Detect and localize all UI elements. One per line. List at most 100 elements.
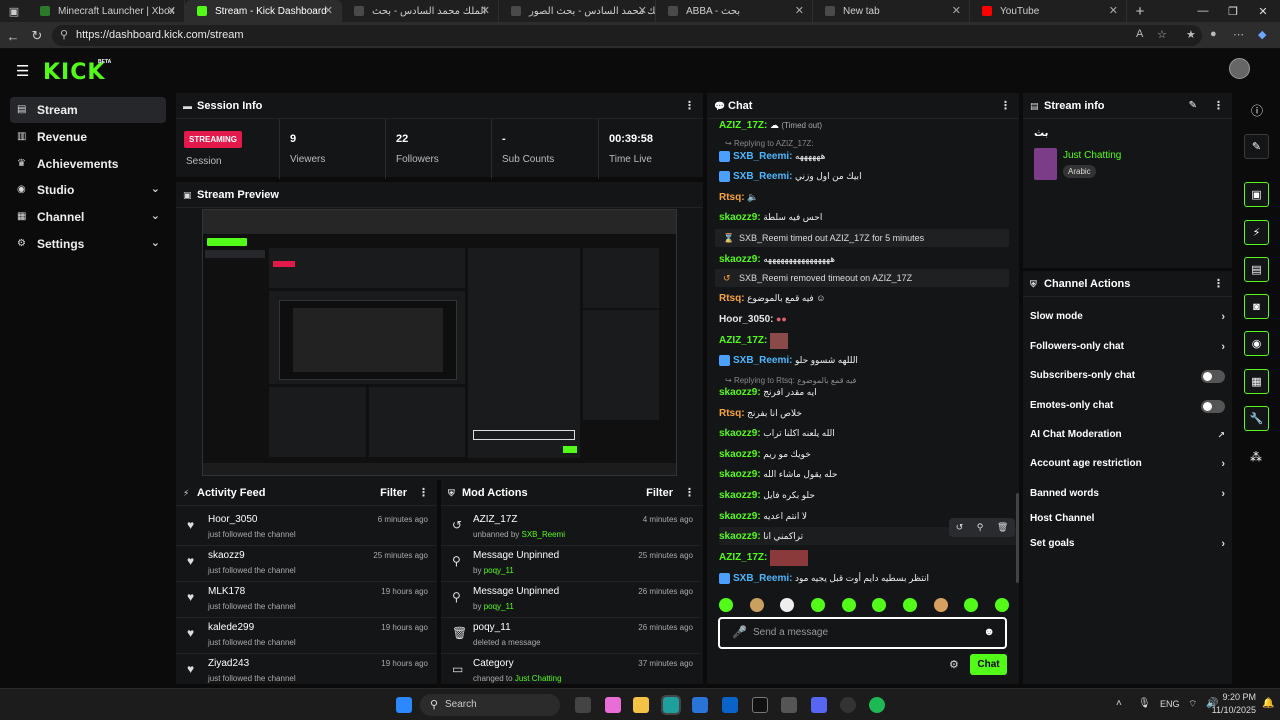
hamburger-menu-icon[interactable]: ☰ [16,62,29,80]
sidebar-item-revenue[interactable]: ▥ Revenue [10,124,166,150]
edit-icon[interactable]: ✎ [1189,93,1197,119]
chat-message[interactable]: AZIZ_17Z: [719,331,1019,349]
slow-mode-row[interactable]: Slow mode › [1030,307,1225,327]
emoji-icon[interactable]: ☻ [983,626,995,638]
apps-icon[interactable]: ⁂ [1250,450,1262,464]
tab-search-1[interactable]: الملك محمد السادس - بحث ✕ [342,0,499,22]
account-age-row[interactable]: Account age restriction › [1030,454,1225,474]
chat-scrollbar[interactable] [1016,493,1019,583]
kick-logo[interactable]: KICK [43,60,105,85]
more-options-icon[interactable]: ⋮ [684,93,695,119]
site-info-icon[interactable]: ⚲ [60,25,68,46]
copilot-icon[interactable]: ◆ [1258,28,1266,41]
user-avatar[interactable] [1229,58,1250,79]
chat-settings-icon[interactable]: ⚙ [949,658,959,671]
outlook-icon[interactable] [722,697,738,713]
edge-icon[interactable] [661,695,681,715]
new-tab-button[interactable]: + [1127,0,1153,22]
obs-icon[interactable] [840,697,856,713]
category-thumbnail[interactable] [1034,148,1057,180]
emote-icon[interactable] [719,598,733,612]
emote-icon[interactable] [964,598,979,612]
chat-message[interactable]: Hoor_3050: ●● [719,310,1019,328]
sidebar-item-achievements[interactable]: ♛ Achievements [10,151,166,177]
window-menu-icon[interactable]: ▣ [0,0,28,22]
subscribers-only-row[interactable]: Subscribers-only chat [1030,366,1225,386]
mod-filter-button[interactable]: Filter [646,480,673,506]
store-icon[interactable] [692,697,708,713]
chat-message[interactable]: SXB_Reemi: انتظر بسطيه دايم أوت قبل يجيه… [719,569,1019,587]
ai-moderation-row[interactable]: AI Chat Moderation ↗ [1030,425,1225,445]
more-options-icon[interactable]: ⋮ [684,480,695,506]
more-options-icon[interactable]: ⋮ [1213,271,1224,297]
chat-message[interactable]: Rtsq: فيه قمع بالموضوع ☺ [719,289,1019,307]
edit-tool-button[interactable]: ✎ [1244,134,1269,159]
send-chat-button[interactable]: Chat [970,654,1007,675]
broadcast-tool-button[interactable]: ◉ [1244,331,1269,356]
wrench-tool-button[interactable]: 🔧 [1244,406,1269,431]
chat-message[interactable]: SXB_Reemi: ابيك من اول وزني [719,167,1019,185]
category-name[interactable]: Just Chatting [1063,150,1121,161]
url-field[interactable]: ⚲ https://dashboard.kick.com/stream [52,25,1202,46]
profile-icon[interactable]: ● [1210,28,1217,40]
tab-new-tab[interactable]: New tab ✕ [813,0,970,22]
emote-icon[interactable] [872,598,887,612]
sidebar-item-studio[interactable]: ◉ Studio ⌄ [10,177,166,203]
chat-message[interactable]: SXB_Reemi: الللهه شسوو حلو [719,351,1019,369]
chat-message[interactable]: skaozz9: حله يقول ماشاء الله [719,465,1019,483]
chat-message[interactable]: skaozz9: احس فيه سلطة [719,208,1019,226]
close-tab-icon[interactable]: ✕ [638,4,647,17]
reply-icon[interactable]: ↺ [956,522,964,533]
info-icon[interactable]: ⓘ [1251,102,1263,119]
file-explorer-icon[interactable] [633,697,649,713]
chat-message[interactable]: skaozz9: ايه مقدر افرنج [719,383,1019,401]
set-goals-row[interactable]: Set goals › [1030,534,1225,554]
pin-icon[interactable]: ⚲ [977,522,984,533]
favorite-star-icon[interactable]: ☆ [1157,28,1167,41]
chat-message[interactable]: SXB_Reemi: ههههههه [719,147,1019,165]
discord-icon[interactable] [811,697,827,713]
followers-only-row[interactable]: Followers-only chat › [1030,337,1225,357]
chat-message[interactable]: Rtsq: خلاص انا بفرنج [719,404,1019,422]
read-aloud-icon[interactable]: A [1136,28,1143,40]
minimize-button[interactable]: — [1186,0,1220,22]
emote-icon[interactable] [994,598,1009,612]
notifications-icon[interactable]: 🔔 [1262,698,1274,709]
chat-message[interactable]: skaozz9: ههههههههههههههههه [719,250,1019,268]
close-tab-icon[interactable]: ✕ [952,4,961,17]
chat-tool-button[interactable]: ◙ [1244,294,1269,319]
emote-icon[interactable] [810,598,825,612]
spotify-icon[interactable] [869,697,885,713]
stream-preview-video[interactable] [202,209,677,476]
capcut-icon[interactable] [752,697,768,713]
copilot-app-icon[interactable] [605,697,621,713]
close-tab-icon[interactable]: ✕ [481,4,490,17]
emote-icon[interactable] [902,598,917,612]
favorites-icon[interactable]: ★ [1186,28,1196,41]
banned-words-row[interactable]: Banned words › [1030,484,1225,504]
sidebar-item-channel[interactable]: ▦ Channel ⌄ [10,204,166,230]
chat-message[interactable]: skaozz9: حلو بكره فايل [719,486,1019,504]
refresh-button[interactable]: ↻ [28,27,46,45]
chat-message[interactable]: AZIZ_17Z: [719,548,1019,566]
microphone-icon[interactable]: 🎙 [1138,698,1151,709]
tab-abba[interactable]: ABBA - بحث ✕ [656,0,813,22]
emote-icon[interactable] [780,598,795,612]
maximize-button[interactable]: ❐ [1216,0,1250,22]
chevron-up-icon[interactable]: ˄ [1116,698,1122,709]
subscribers-only-toggle[interactable] [1201,370,1225,383]
activity-filter-button[interactable]: Filter [380,480,407,506]
tab-kick-dashboard[interactable]: Stream - Kick Dashboard ✕ [185,0,342,22]
tab-minecraft[interactable]: Minecraft Launcher | Xbox ✕ [28,0,185,22]
app-icon[interactable] [781,697,797,713]
sidebar-item-stream[interactable]: ▤ Stream [10,97,166,123]
bolt-tool-button[interactable]: ⚡ [1244,220,1269,245]
notes-tool-button[interactable]: ▤ [1244,257,1269,282]
close-tab-icon[interactable]: ✕ [795,4,804,17]
close-tab-icon[interactable]: ✕ [1109,4,1118,17]
chevron-down-icon[interactable]: ⌄ [151,209,160,222]
sidebar-item-settings[interactable]: ⚙ Settings ⌄ [10,231,166,257]
chat-message[interactable]: AZIZ_17Z: ☁ (Timed out) [719,116,1019,134]
taskbar-search[interactable]: ⚲ Search [420,694,560,716]
chevron-down-icon[interactable]: ⌄ [151,182,160,195]
